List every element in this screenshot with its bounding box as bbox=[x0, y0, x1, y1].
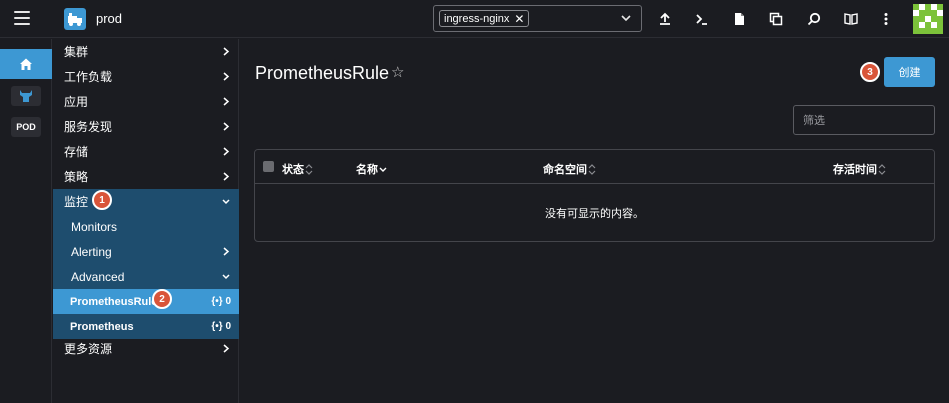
namespace-icon[interactable] bbox=[11, 86, 41, 106]
top-header: prod ingress-nginx ✕ bbox=[0, 0, 949, 38]
empty-message: 没有可显示的内容。 bbox=[545, 208, 644, 220]
resource-table: 状态 名称 命名空间 存活时间 没有可显示的内容。 bbox=[254, 149, 935, 242]
copy-icon[interactable] bbox=[767, 10, 785, 28]
create-button[interactable]: 创建 bbox=[884, 57, 935, 87]
chevron-right-icon bbox=[223, 97, 230, 106]
home-icon[interactable] bbox=[0, 49, 52, 79]
star-icon[interactable]: ☆ bbox=[391, 63, 404, 81]
page-title: PrometheusRule bbox=[255, 63, 390, 83]
side-nav: 集群 工作负载 应用 服务发现 存储 策略 监控 Monitors Alerti… bbox=[53, 39, 239, 403]
count-icon: {•} bbox=[211, 296, 223, 307]
nav-item-label: 策略 bbox=[64, 170, 89, 184]
cluster-logo-icon[interactable] bbox=[64, 8, 86, 30]
step-badge-2: 2 bbox=[152, 289, 172, 309]
namespace-chip-label: ingress-nginx bbox=[444, 12, 510, 25]
sort-icon bbox=[878, 163, 886, 175]
search-icon[interactable] bbox=[805, 10, 823, 28]
nav-item-label: 服务发现 bbox=[64, 120, 113, 134]
nav-item-label: 集群 bbox=[64, 45, 89, 59]
nav-item-label: 应用 bbox=[64, 95, 89, 109]
sort-icon bbox=[588, 163, 596, 175]
chevron-down-icon bbox=[222, 199, 230, 205]
filter-input[interactable]: 筛选 bbox=[793, 105, 935, 135]
nav-item-workloads[interactable]: 工作负载 bbox=[53, 64, 239, 89]
nav-item-label: 工作负载 bbox=[64, 70, 113, 84]
left-rail: POD bbox=[0, 39, 52, 403]
chevron-right-icon bbox=[223, 172, 230, 181]
chevron-right-icon bbox=[223, 344, 230, 353]
count-icon: {•} bbox=[211, 321, 223, 332]
nav-item-alerting[interactable]: Alerting bbox=[53, 239, 239, 264]
chevron-right-icon bbox=[223, 247, 230, 256]
namespace-chip: ingress-nginx ✕ bbox=[439, 10, 530, 27]
chevron-right-icon bbox=[223, 122, 230, 131]
nav-item-service-discovery[interactable]: 服务发现 bbox=[53, 114, 239, 139]
column-name[interactable]: 名称 bbox=[356, 161, 387, 177]
chevron-right-icon bbox=[223, 72, 230, 81]
nav-item-monitors[interactable]: Monitors bbox=[53, 214, 239, 239]
nav-item-policy[interactable]: 策略 bbox=[53, 164, 239, 189]
nav-item-label: Monitors bbox=[71, 219, 118, 234]
column-namespace[interactable]: 命名空间 bbox=[543, 161, 596, 177]
nav-item-prometheusrule[interactable]: PrometheusRule {•} 0 bbox=[53, 289, 239, 314]
resource-count: {•} 0 bbox=[211, 296, 231, 307]
menu-icon[interactable] bbox=[14, 11, 30, 25]
sort-down-icon bbox=[379, 167, 387, 172]
column-age[interactable]: 存活时间 bbox=[833, 161, 886, 177]
sort-icon bbox=[305, 163, 313, 175]
book-icon[interactable] bbox=[842, 10, 860, 28]
nav-item-monitoring[interactable]: 监控 bbox=[53, 189, 239, 214]
user-avatar[interactable] bbox=[913, 4, 943, 34]
select-all-checkbox[interactable] bbox=[263, 161, 274, 172]
step-badge-3: 3 bbox=[860, 62, 880, 82]
nav-item-advanced[interactable]: Advanced bbox=[53, 264, 239, 289]
step-badge-1: 1 bbox=[92, 190, 112, 210]
nav-item-apps[interactable]: 应用 bbox=[53, 89, 239, 114]
nav-item-label: 存储 bbox=[64, 145, 89, 159]
nav-item-more-resources[interactable]: 更多资源 bbox=[53, 336, 239, 361]
table-header: 状态 名称 命名空间 存活时间 bbox=[255, 150, 934, 184]
nav-item-storage[interactable]: 存储 bbox=[53, 139, 239, 164]
nav-item-label: Alerting bbox=[71, 244, 112, 259]
chevron-right-icon bbox=[223, 147, 230, 156]
nav-item-label: 监控 bbox=[64, 195, 89, 209]
column-status[interactable]: 状态 bbox=[282, 161, 313, 177]
chip-remove-icon[interactable]: ✕ bbox=[514, 13, 524, 25]
chevron-right-icon bbox=[223, 47, 230, 56]
nav-item-label: PrometheusRule bbox=[70, 295, 158, 308]
terminal-icon[interactable] bbox=[693, 10, 711, 28]
chevron-down-icon[interactable] bbox=[621, 13, 631, 23]
more-vertical-icon[interactable] bbox=[877, 10, 895, 28]
rail-pod-label[interactable]: POD bbox=[11, 117, 41, 137]
file-icon[interactable] bbox=[730, 10, 748, 28]
resource-count: {•} 0 bbox=[211, 321, 231, 332]
nav-item-label: Prometheus bbox=[70, 320, 134, 333]
chevron-down-icon bbox=[222, 274, 230, 280]
main-content: PrometheusRule ☆ 3 创建 筛选 状态 名称 命名空间 存活时间 bbox=[240, 39, 949, 403]
cluster-name[interactable]: prod bbox=[96, 11, 122, 26]
upload-icon[interactable] bbox=[656, 10, 674, 28]
namespace-select[interactable]: ingress-nginx ✕ bbox=[433, 5, 642, 32]
nav-item-label: Advanced bbox=[71, 269, 125, 284]
nav-item-label: 更多资源 bbox=[64, 342, 113, 356]
nav-item-cluster[interactable]: 集群 bbox=[53, 39, 239, 64]
